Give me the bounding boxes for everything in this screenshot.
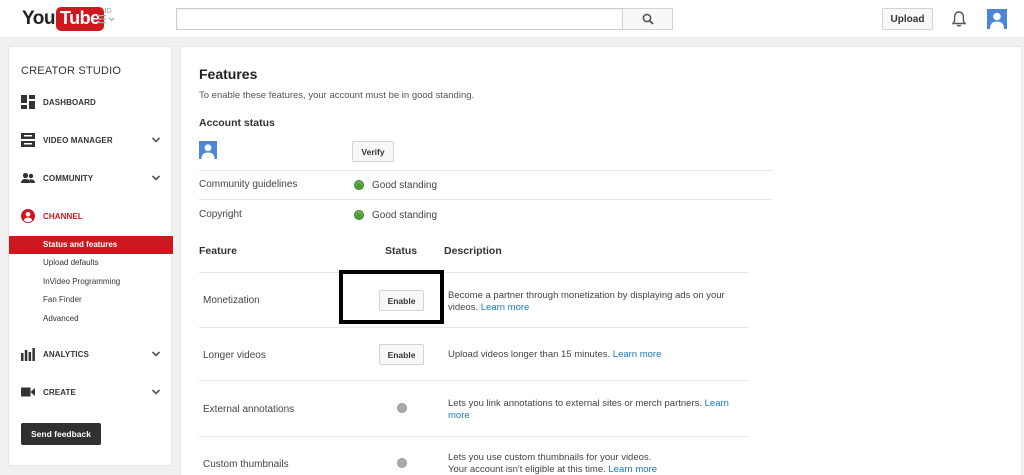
video-manager-icon	[21, 133, 35, 147]
copyright-label: Copyright	[199, 209, 242, 220]
feature-external-annotations-desc-text: Lets you link annotations to external si…	[448, 398, 702, 409]
notifications-bell-icon[interactable]	[951, 10, 967, 28]
nav-create[interactable]: CREATE	[9, 380, 173, 404]
nav-channel-label: CHANNEL	[43, 211, 83, 221]
subnav-advanced[interactable]: Advanced	[9, 310, 173, 328]
feature-column-header: Feature	[199, 245, 237, 257]
divider	[199, 272, 749, 273]
upload-button[interactable]: Upload	[882, 8, 933, 30]
divider	[199, 199, 772, 200]
guide-menu-icon[interactable]	[96, 12, 116, 26]
nav-channel[interactable]: CHANNEL	[9, 204, 173, 228]
copyright-status: Good standing	[372, 210, 438, 221]
nav-create-label: CREATE	[43, 387, 76, 397]
divider	[199, 436, 749, 437]
feature-custom-thumbnails-desc-text: Lets you use custom thumbnails for your …	[448, 452, 652, 463]
divider	[199, 327, 749, 328]
nav-video-manager[interactable]: VIDEO MANAGER	[9, 128, 173, 152]
subnav-upload-defaults[interactable]: Upload defaults	[9, 254, 173, 272]
create-icon	[21, 387, 35, 397]
feature-custom-thumbnails-name: Custom thumbnails	[203, 459, 289, 470]
subnav-status-and-features[interactable]: Status and features	[9, 236, 173, 254]
enable-monetization-button[interactable]: Enable	[379, 290, 424, 311]
chevron-down-icon	[151, 137, 161, 143]
community-guidelines-status: Good standing	[372, 180, 438, 191]
description-column-header: Description	[444, 245, 502, 257]
feature-longer-videos-description: Upload videos longer than 15 minutes. Le…	[448, 349, 753, 361]
feature-custom-thumbnails-eligibility: Your account isn't eligible at this time…	[448, 464, 606, 475]
chevron-down-icon	[151, 175, 161, 181]
nav-analytics[interactable]: ANALYTICS	[9, 342, 173, 366]
logo-you-text: You	[22, 8, 55, 29]
feature-longer-videos-name: Longer videos	[203, 350, 266, 361]
custom-thumbnails-learn-more-link[interactable]: Learn more	[608, 464, 657, 475]
analytics-icon	[21, 348, 35, 361]
nav-dashboard[interactable]: DASHBOARD	[9, 90, 173, 114]
feature-custom-thumbnails-description: Lets you use custom thumbnails for your …	[448, 452, 753, 475]
subnav-fan-finder[interactable]: Fan Finder	[9, 291, 173, 309]
subnav-invideo-programming[interactable]: InVideo Programming	[9, 273, 173, 291]
feature-monetization-name: Monetization	[203, 295, 260, 306]
monetization-learn-more-link[interactable]: Learn more	[481, 302, 530, 313]
community-guidelines-label: Community guidelines	[199, 179, 298, 190]
search-icon	[642, 13, 654, 25]
creator-studio-sidebar: CREATOR STUDIO DASHBOARD VIDEO MANAGER C…	[8, 46, 173, 466]
good-standing-status-icon	[354, 180, 364, 190]
good-standing-status-icon	[354, 210, 364, 220]
enable-longer-videos-button[interactable]: Enable	[379, 344, 424, 365]
longer-videos-learn-more-link[interactable]: Learn more	[613, 349, 662, 360]
nav-dashboard-label: DASHBOARD	[43, 97, 96, 107]
unavailable-status-icon	[397, 403, 407, 413]
feature-longer-videos-desc-text: Upload videos longer than 15 minutes.	[448, 349, 611, 360]
feature-monetization-description: Become a partner through monetization by…	[448, 290, 753, 314]
account-status-avatar	[199, 141, 217, 159]
search-input[interactable]	[176, 8, 623, 30]
channel-icon	[21, 209, 35, 223]
page-intro: To enable these features, your account m…	[199, 90, 475, 101]
search-button[interactable]	[622, 8, 673, 30]
masthead: You Tube ID Upload	[0, 0, 1024, 38]
chevron-down-icon	[151, 389, 161, 395]
verify-button[interactable]: Verify	[352, 141, 394, 162]
feature-external-annotations-name: External annotations	[203, 404, 295, 415]
dashboard-icon	[21, 95, 35, 109]
chevron-down-icon	[151, 351, 161, 357]
nav-video-manager-label: VIDEO MANAGER	[43, 135, 113, 145]
divider	[199, 170, 772, 171]
unavailable-status-icon	[397, 458, 407, 468]
features-panel: Features To enable these features, your …	[180, 46, 1022, 475]
send-feedback-button[interactable]: Send feedback	[21, 423, 101, 445]
nav-community[interactable]: COMMUNITY	[9, 166, 173, 190]
account-status-heading: Account status	[199, 117, 275, 129]
feature-external-annotations-description: Lets you link annotations to external si…	[448, 398, 753, 422]
status-column-header: Status	[385, 245, 418, 257]
account-avatar[interactable]	[987, 9, 1007, 29]
nav-community-label: COMMUNITY	[43, 173, 94, 183]
community-icon	[21, 172, 35, 183]
nav-analytics-label: ANALYTICS	[43, 349, 89, 359]
page-title: Features	[199, 66, 258, 82]
creator-studio-title: CREATOR STUDIO	[21, 65, 122, 77]
divider	[199, 380, 749, 381]
